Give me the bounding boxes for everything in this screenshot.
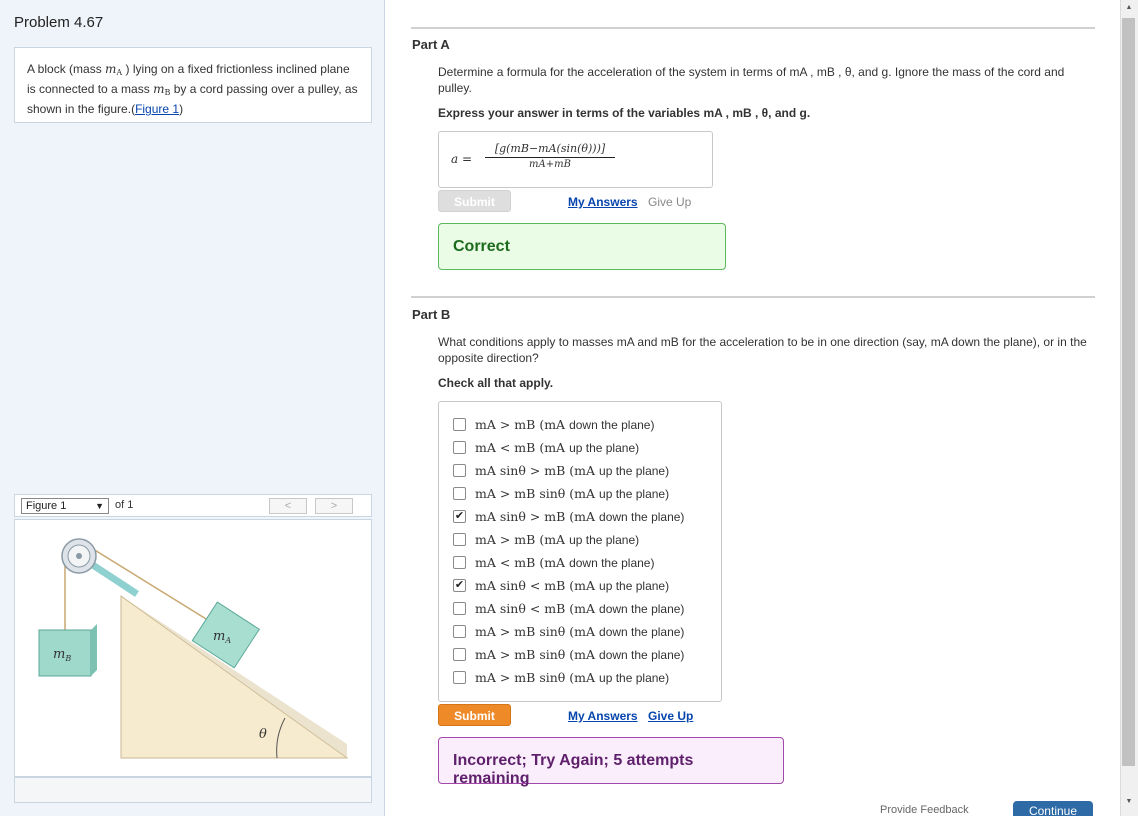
part-a-give-up-link[interactable]: Give Up [648,195,691,209]
option-label: mA > mB sinθ (mA up the plane) [475,670,670,685]
answer-fraction: [g(mB−mA(sin(θ)))] mA+mB [485,142,615,170]
figure-link[interactable]: Figure 1 [135,102,179,116]
checkbox-unchecked[interactable] [453,556,466,569]
figure-select-value: Figure 1 [26,500,67,512]
dropdown-arrow-icon: ▼ [95,501,104,511]
option-label: mA > mB (mA up the plane) [475,532,640,547]
angle-label: θ [259,727,267,742]
answer-label: a = [451,152,473,166]
option-label: mA sinθ > mB (mA up the plane) [475,463,670,478]
option-label: mA > mB sinθ (mA down the plane) [475,647,685,662]
option-label: mA > mB sinθ (mA up the plane) [475,486,670,501]
incline-pulley-figure: mB mA θ [38,538,349,759]
part-a-divider [411,27,1095,29]
block-b-side [91,624,97,676]
answer-input-box[interactable]: a = [g(mB−mA(sin(θ)))] mA+mB [438,131,713,188]
figure-image: mB mA θ [14,519,372,777]
part-b-divider [411,296,1095,298]
problem-text-4: ) [179,102,184,116]
answer-panel: Part A Determine a formula for the accel… [386,0,1120,816]
cord-incline [84,543,212,623]
pulley-axle [76,553,82,559]
next-figure-button[interactable]: > [315,498,353,514]
part-a-instruction: Express your answer in terms of the vari… [438,106,811,120]
checkbox-checked[interactable]: ✔ [453,510,466,523]
checkbox-unchecked[interactable] [453,464,466,477]
part-b-instruction: Check all that apply. [438,376,554,390]
figure-count: of 1 [115,499,134,511]
mass-b-symbol: mB [153,82,171,97]
part-b-feedback-incorrect: Incorrect; Try Again; 5 attempts remaini… [438,737,784,787]
part-a-my-answers-link[interactable]: My Answers [568,195,638,209]
option-label: mA < mB (mA up the plane) [475,440,640,455]
problem-title: Problem 4.67 [14,14,104,31]
checkbox-unchecked[interactable] [453,441,466,454]
checkbox-checked[interactable]: ✔ [453,579,466,592]
checkbox-unchecked[interactable] [453,418,466,431]
part-a-submit-button[interactable]: Submit [438,190,511,212]
part-b-my-answers-link[interactable]: My Answers [568,709,638,723]
part-b-submit-button[interactable]: Submit [438,704,511,726]
provide-feedback-link[interactable]: Provide Feedback [880,804,969,816]
figure-footer [14,777,372,803]
problem-statement: A block (mass mA ) lying on a fixed fric… [14,47,372,123]
mass-a-symbol: mA [105,62,123,77]
checkbox-unchecked[interactable] [453,671,466,684]
scrollbar-thumb[interactable] [1122,18,1135,766]
option-label: mA sinθ < mB (mA down the plane) [475,601,685,616]
part-b-give-up-link[interactable]: Give Up [648,709,693,723]
option-label: mA sinθ > mB (mA down the plane) [475,509,685,524]
figure-toolbar: Figure 1 ▼ of 1 < > [14,494,372,517]
checkbox-unchecked[interactable] [453,533,466,546]
part-a-question: Determine a formula for the acceleration… [438,65,1065,95]
answer-numerator: [g(mB−mA(sin(θ)))] [485,142,615,158]
option-label: mA sinθ < mB (mA up the plane) [475,578,670,593]
scroll-down-icon[interactable]: ▼ [1124,798,1134,805]
options-list: mA > mB (mA down the plane) mA < mB (mA … [438,401,722,702]
problem-text-1: A block (mass [27,62,106,76]
problem-panel: Problem 4.67 A block (mass mA ) lying on… [0,0,385,816]
checkbox-unchecked[interactable] [453,625,466,638]
scroll-up-icon[interactable]: ▲ [1124,4,1134,11]
continue-button[interactable]: Continue [1013,801,1093,816]
previous-figure-button[interactable]: < [269,498,307,514]
part-a-title: Part A [412,37,450,52]
part-a-feedback-correct: Correct [438,223,726,270]
option-label: mA > mB (mA down the plane) [475,417,655,432]
option-label: mA > mB sinθ (mA down the plane) [475,624,685,639]
checkbox-unchecked[interactable] [453,487,466,500]
checkbox-unchecked[interactable] [453,602,466,615]
part-b-question: What conditions apply to masses mA and m… [438,335,1087,365]
option-label: mA < mB (mA down the plane) [475,555,655,570]
part-b-title: Part B [412,307,451,322]
answer-denominator: mA+mB [529,159,571,170]
checkbox-unchecked[interactable] [453,648,466,661]
figure-select[interactable]: Figure 1 ▼ [21,498,109,514]
